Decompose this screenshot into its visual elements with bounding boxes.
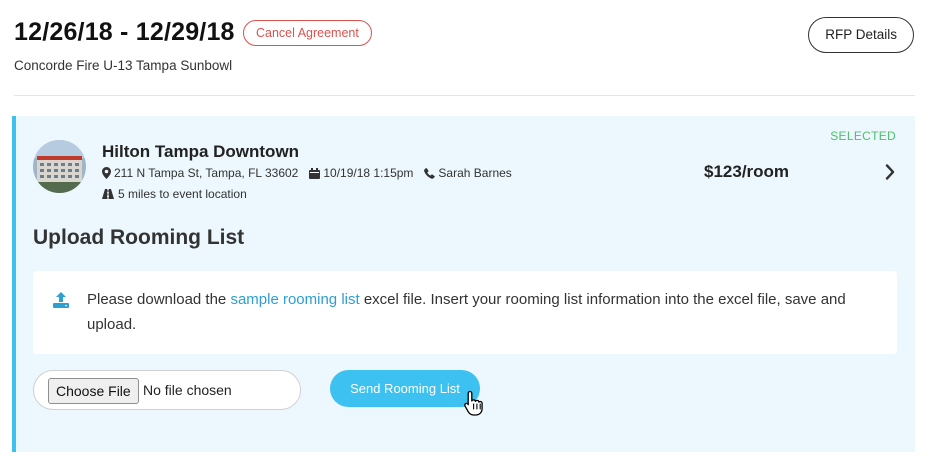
instructions-text: Please download the sample rooming list … [87,287,867,337]
instructions-box: Please download the sample rooming list … [33,271,897,354]
rfp-datetime: 10/19/18 1:15pm [323,166,414,180]
hotel-meta: 211 N Tampa St, Tampa, FL 33602 10/19/18… [102,166,523,180]
rfp-details-button[interactable]: RFP Details [808,17,914,53]
hand-pointer-icon [463,390,485,421]
calendar-icon [309,167,321,179]
selected-badge: SELECTED [830,129,896,143]
phone-icon [424,167,436,179]
agreement-dates: 12/26/18 - 12/29/18 [14,18,235,46]
chevron-right-icon[interactable] [885,164,895,185]
address-item: 211 N Tampa St, Tampa, FL 33602 [102,166,298,180]
contact-item: Sarah Barnes [424,166,512,180]
hotel-name: Hilton Tampa Downtown [102,142,300,161]
choose-file-button[interactable]: Choose File [48,378,139,404]
upload-section-title: Upload Rooming List [33,226,245,249]
event-name: Concorde Fire U-13 Tampa Sunbowl [14,58,233,73]
send-rooming-list-button[interactable]: Send Rooming List [330,370,480,407]
hotel-address: 211 N Tampa St, Tampa, FL 33602 [114,166,299,180]
file-status: No file chosen [143,382,232,398]
hotel-thumbnail [33,140,86,193]
divider [14,95,915,96]
sample-rooming-list-link[interactable]: sample rooming list [230,291,359,308]
contact-name: Sarah Barnes [438,166,512,180]
instructions-prefix: Please download the [87,291,231,308]
file-input: Choose File No file chosen [33,370,301,410]
hotel-panel: SELECTED Hilton Tampa Downtown 211 N Tam… [12,116,915,452]
datetime-item: 10/19/18 1:15pm [309,166,413,180]
distance-text: 5 miles to event location [118,187,247,201]
upload-icon [53,292,69,313]
page-header: 12/26/18 - 12/29/18 Cancel Agreement Con… [14,16,914,96]
road-icon [102,189,114,199]
distance-row: 5 miles to event location [102,187,247,201]
map-marker-icon [102,167,111,179]
cancel-agreement-button[interactable]: Cancel Agreement [243,20,372,46]
room-price: $123/room [704,162,790,181]
